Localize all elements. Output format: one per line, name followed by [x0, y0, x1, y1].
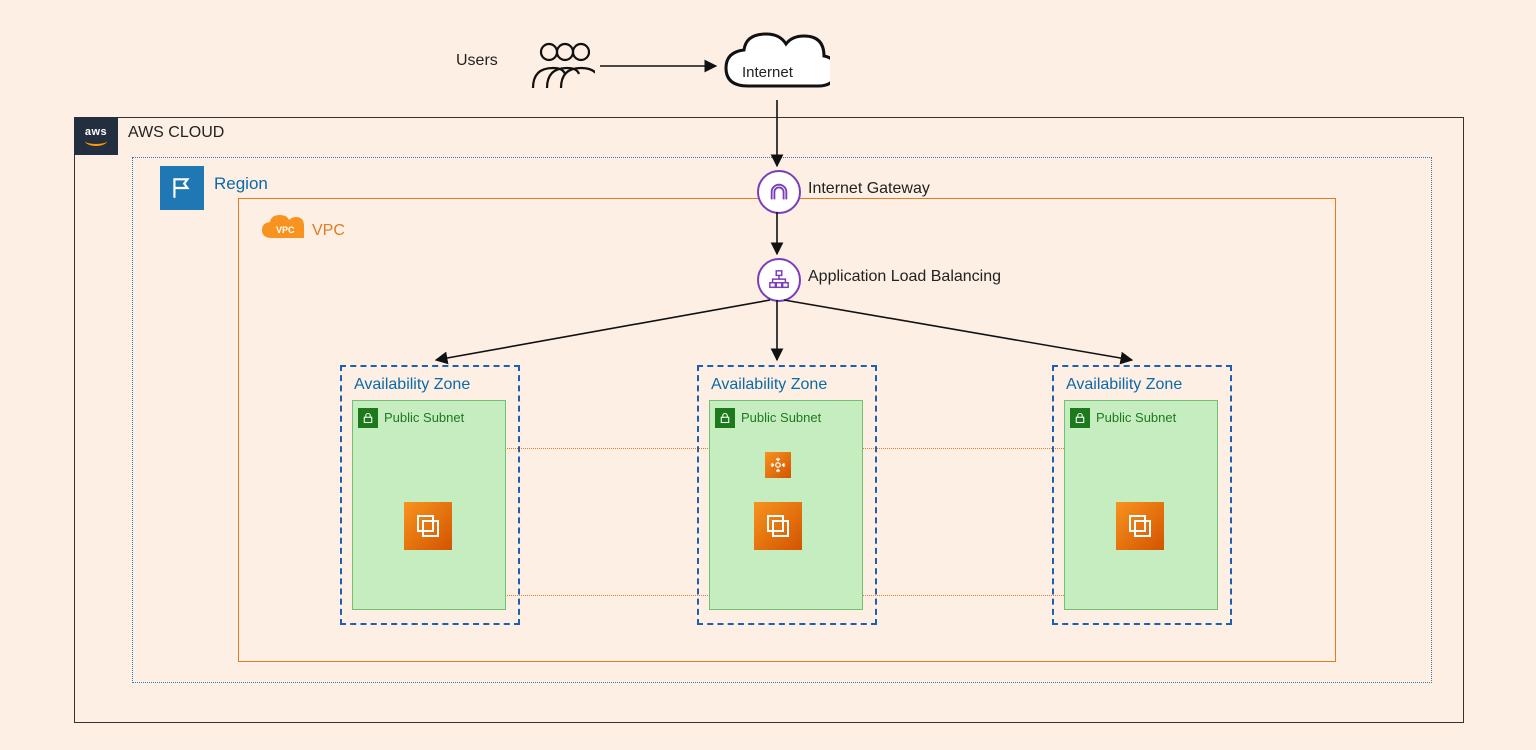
internet-cloud-icon: Internet	[720, 28, 830, 100]
svg-text:VPC: VPC	[276, 225, 295, 235]
users-icon	[525, 38, 595, 94]
subnet-1-lock-icon	[358, 408, 378, 428]
internet-label: Internet	[742, 64, 793, 81]
ec2-instance-2-icon	[754, 502, 802, 550]
ec2-instance-3-icon	[1116, 502, 1164, 550]
aws-logo-icon: aws	[74, 117, 118, 155]
diagram-canvas: Users Internet aws AWS CLOUD Region VPC …	[0, 0, 1536, 750]
ec2-instance-1-icon	[404, 502, 452, 550]
subnet-2-lock-icon	[715, 408, 735, 428]
az3-label: Availability Zone	[1066, 376, 1182, 394]
region-label: Region	[214, 174, 268, 194]
aws-cloud-label: AWS CLOUD	[128, 124, 224, 142]
vpc-label: VPC	[312, 222, 345, 240]
users-label: Users	[456, 52, 498, 70]
auto-scaling-icon	[765, 452, 791, 478]
region-flag-icon	[160, 166, 204, 210]
subnet-3-label: Public Subnet	[1096, 410, 1176, 425]
alb-icon	[757, 258, 801, 302]
subnet-2-label: Public Subnet	[741, 410, 821, 425]
igw-label: Internet Gateway	[808, 180, 930, 198]
vpc-icon: VPC	[260, 214, 304, 244]
subnet-3-lock-icon	[1070, 408, 1090, 428]
az1-label: Availability Zone	[354, 376, 470, 394]
internet-gateway-icon	[757, 170, 801, 214]
az2-label: Availability Zone	[711, 376, 827, 394]
alb-label: Application Load Balancing	[808, 268, 1001, 286]
subnet-1-label: Public Subnet	[384, 410, 464, 425]
